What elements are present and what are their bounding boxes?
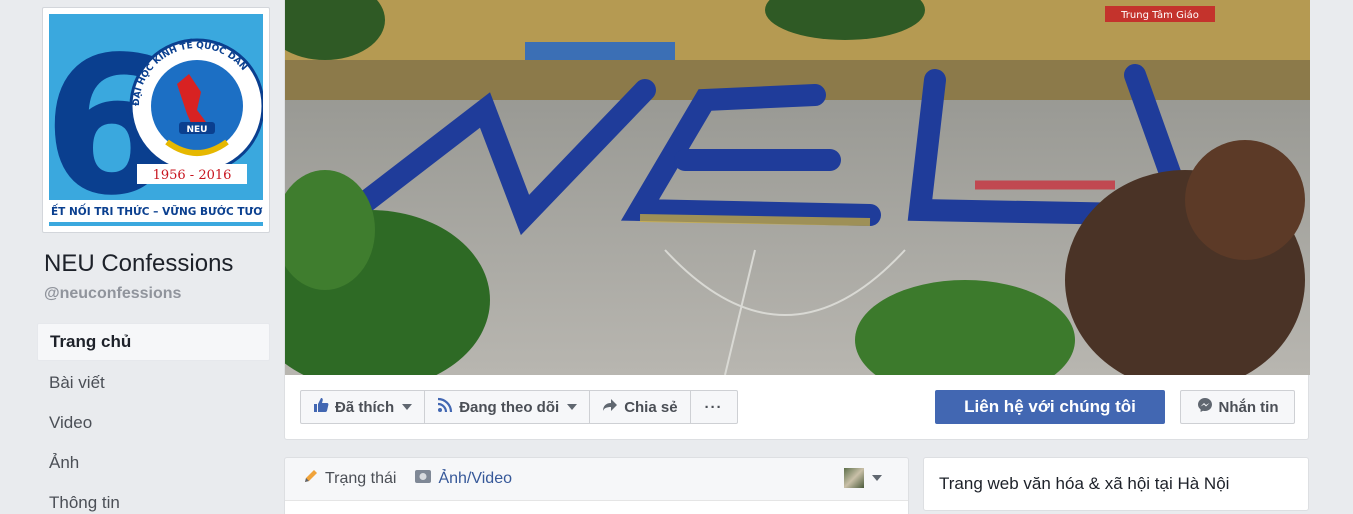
share-button[interactable]: Chia sẻ (590, 390, 691, 424)
composer-tabs: Trạng thái Ảnh/Video (303, 468, 512, 489)
share-label: Chia sẻ (624, 398, 678, 416)
tab-status[interactable]: Trạng thái (303, 468, 396, 489)
chevron-down-icon (872, 475, 882, 481)
messenger-icon (1197, 397, 1213, 417)
following-button[interactable]: Đang theo dõi (425, 390, 591, 424)
nav-item-home[interactable]: Trang chủ (37, 323, 270, 361)
nav-item-about[interactable]: Thông tin (37, 483, 270, 514)
liked-label: Đã thích (335, 398, 395, 416)
contact-us-button[interactable]: Liên hệ với chúng tôi (935, 390, 1165, 424)
cover-card: Trung Tâm Giáo Đã thích Đang theo dõi Ch… (284, 0, 1310, 440)
rss-icon (437, 397, 453, 417)
post-as-selector[interactable] (844, 468, 882, 488)
cover-banner-text: Trung Tâm Giáo (1120, 9, 1199, 21)
logo-slogan: ẾT NỐI TRI THỨC – VỮNG BƯỚC TƯƠNG L (51, 203, 263, 218)
page-category-card: Trang web văn hóa & xã hội tại Hà Nội (923, 457, 1309, 511)
camera-icon (414, 468, 432, 489)
more-options-button[interactable]: ··· (690, 390, 738, 424)
chevron-down-icon (567, 404, 578, 410)
nav-item-videos[interactable]: Video (37, 403, 270, 443)
avatar (844, 468, 864, 488)
nav-item-posts[interactable]: Bài viết (37, 363, 270, 403)
more-dots-icon: ··· (704, 398, 723, 416)
neu-anniversary-logo: 6 NEU ĐẠI HỌC KINH TẾ QUỐC DÂN 1956 - 20… (49, 14, 263, 226)
send-message-button[interactable]: Nhắn tin (1180, 390, 1295, 424)
page-handle[interactable]: @neuconfessions (44, 285, 181, 303)
photo-video-tab-label: Ảnh/Video (438, 469, 512, 487)
status-tab-label: Trạng thái (325, 469, 397, 487)
action-button-group: Đã thích Đang theo dõi Chia sẻ ··· (300, 390, 738, 424)
chevron-down-icon (402, 404, 413, 410)
tab-photo-video[interactable]: Ảnh/Video (414, 468, 512, 489)
message-label: Nhắn tin (1218, 398, 1279, 416)
nav-item-photos[interactable]: Ảnh (37, 443, 270, 483)
following-label: Đang theo dõi (459, 398, 560, 416)
cover-photo[interactable]: Trung Tâm Giáo (285, 0, 1310, 375)
share-arrow-icon (602, 397, 618, 417)
composer-input-area[interactable] (285, 500, 908, 514)
logo-years: 1956 - 2016 (153, 168, 232, 183)
logo-badge-text: NEU (187, 125, 208, 135)
liked-button[interactable]: Đã thích (300, 390, 426, 424)
page-title[interactable]: NEU Confessions (44, 250, 233, 278)
page-nav: Trang chủ Bài viết Video Ảnh Thông tin (37, 323, 270, 514)
pencil-icon (303, 468, 319, 489)
page-action-bar: Đã thích Đang theo dõi Chia sẻ ··· Liên … (285, 375, 1310, 440)
post-composer: Trạng thái Ảnh/Video (284, 457, 909, 514)
profile-picture[interactable]: 6 NEU ĐẠI HỌC KINH TẾ QUỐC DÂN 1956 - 20… (42, 7, 270, 233)
thumbs-up-icon (313, 397, 329, 417)
